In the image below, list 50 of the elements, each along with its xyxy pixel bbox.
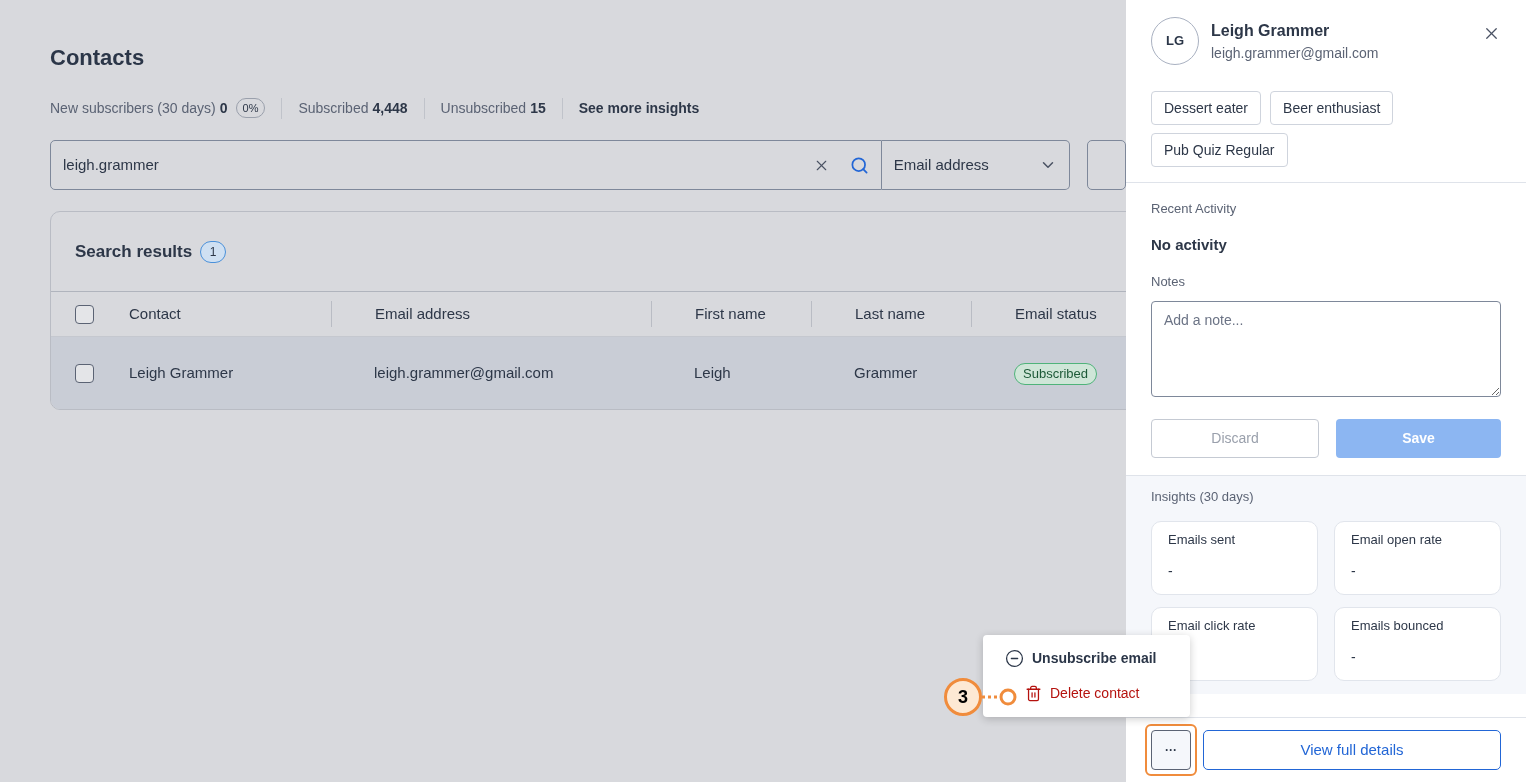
more-button[interactable]: ··· xyxy=(1151,730,1191,770)
field-dropdown[interactable]: Email address xyxy=(881,140,1070,190)
stat-value: 15 xyxy=(530,98,546,118)
table-cell: Grammer xyxy=(854,363,918,381)
stat-label: Unsubscribed xyxy=(440,98,527,118)
stat-value: 4,448 xyxy=(372,98,408,118)
notes-field[interactable]: Add a note... xyxy=(1151,301,1501,397)
search-field[interactable]: leigh.grammer xyxy=(50,140,882,190)
status-badge: Subscribed xyxy=(1014,362,1098,385)
minus-circle-icon xyxy=(1005,649,1024,668)
insight-label: Emails sent xyxy=(1168,532,1237,548)
column-header[interactable]: First name xyxy=(695,302,766,326)
stat-label: Subscribed xyxy=(298,98,369,118)
insight-value: - xyxy=(1351,648,1357,666)
column-header[interactable]: Last name xyxy=(855,302,926,326)
view-details-button[interactable]: View full details xyxy=(1203,730,1501,770)
row-checkbox[interactable] xyxy=(75,363,94,383)
activity-text: No activity xyxy=(1151,235,1228,255)
page-title: Contacts xyxy=(50,44,146,72)
column-header[interactable]: Email status xyxy=(1015,302,1097,326)
tag: Dessert eater xyxy=(1151,91,1262,125)
section-label: Insights (30 days) xyxy=(1151,489,1255,505)
contact-name: Leigh Grammer xyxy=(1211,21,1331,41)
insights-link[interactable]: See more insights xyxy=(561,97,700,119)
column-header[interactable]: Contact xyxy=(129,302,181,326)
trash-icon xyxy=(1025,685,1042,702)
search-value: leigh.grammer xyxy=(63,154,160,175)
table-cell: Leigh xyxy=(694,363,731,381)
results-title: Search results xyxy=(75,240,193,263)
step-number: 3 xyxy=(944,678,982,716)
table-cell: Leigh Grammer xyxy=(129,363,234,381)
insight-value: - xyxy=(1351,562,1357,580)
tag: Beer enthusiast xyxy=(1270,91,1394,125)
section-label: Recent Activity xyxy=(1151,201,1238,217)
contact-email: leigh.grammer@gmail.com xyxy=(1211,44,1379,63)
insight-label: Email open rate xyxy=(1351,532,1444,548)
insight-label: Email click rate xyxy=(1168,618,1257,634)
search-icon[interactable] xyxy=(849,155,869,175)
stat-value: 0 xyxy=(219,98,228,118)
tag: Pub Quiz Regular xyxy=(1151,133,1288,167)
menu-item[interactable]: Unsubscribe email xyxy=(1005,648,1190,669)
column-header[interactable]: Email address xyxy=(375,302,471,326)
results-count: 1 xyxy=(200,240,227,263)
insight-value: - xyxy=(1168,562,1174,580)
stat-label: New subscribers (30 days) xyxy=(50,98,216,118)
table-row[interactable]: Leigh Grammer leigh.grammer@gmail.com Leigh Grammer Subscribed xyxy=(51,337,1126,409)
section-label: Notes xyxy=(1151,274,1186,290)
insight-label: Emails bounced xyxy=(1351,618,1445,634)
select-all-checkbox[interactable] xyxy=(75,304,94,324)
table-cell: leigh.grammer@gmail.com xyxy=(374,363,554,381)
